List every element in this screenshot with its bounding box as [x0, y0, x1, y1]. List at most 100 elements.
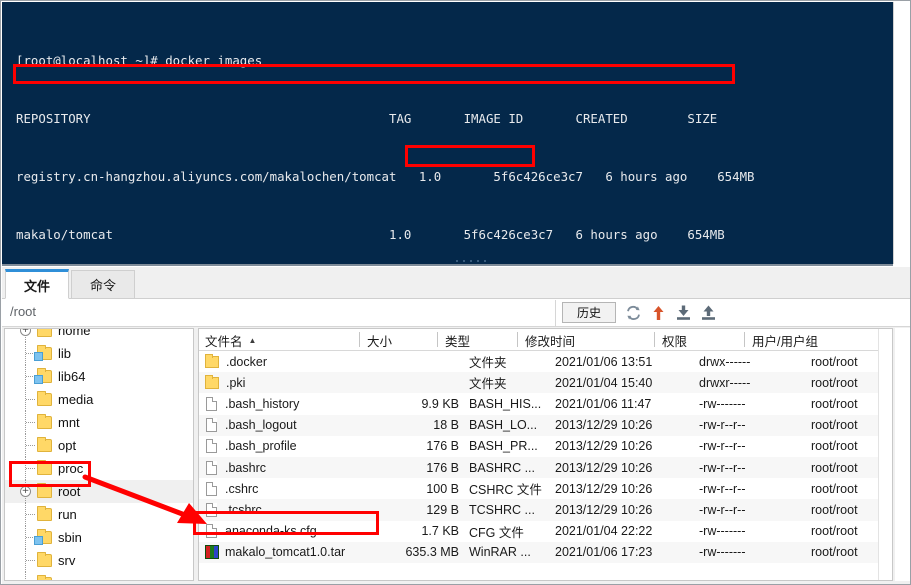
file-icon: [206, 502, 217, 517]
tab-files[interactable]: 文件: [5, 269, 69, 299]
upload-icon[interactable]: [697, 302, 719, 323]
cell-name: .cshrc: [205, 478, 395, 499]
cell-type: BASH_PR...: [469, 439, 538, 454]
cell-perm: -rw-r--r--: [699, 481, 746, 496]
tree-branch-line: [26, 422, 35, 423]
cell-name: anaconda-ks.cfg: [205, 521, 395, 542]
terminal-line: makalo/tomcat 1.0 5f6c426ce3c7 6 hours a…: [16, 227, 725, 243]
file-list-scrollbar[interactable]: [878, 329, 892, 580]
column-header-perm-label: 权限: [662, 334, 688, 349]
tab-files-label: 文件: [23, 278, 50, 294]
file-name-label: .tcshrc: [225, 502, 262, 517]
tree-item-opt[interactable]: opt: [5, 434, 193, 457]
cell-name: .bash_profile: [205, 436, 395, 457]
cell-time: 2013/12/29 10:26: [555, 502, 653, 517]
table-row[interactable]: .cshrc 100 B CSHRC 文件 2013/12/29 10:26 -rw-r…: [199, 478, 892, 499]
tree-item-home[interactable]: + home: [5, 328, 193, 342]
file-name-label: .cshrc: [225, 481, 259, 496]
tree-item-label: home: [58, 328, 91, 338]
cell-perm: -rw-r--r--: [699, 418, 746, 433]
tree-item-proc[interactable]: proc: [5, 457, 193, 480]
path-input[interactable]: /root: [10, 304, 36, 319]
tree-item-root[interactable]: + root: [5, 480, 193, 503]
column-separator[interactable]: [744, 332, 745, 347]
refresh-icon[interactable]: [622, 302, 644, 323]
tree-item-label: opt: [58, 438, 77, 453]
file-icon: [206, 524, 217, 539]
cell-type: BASH_HIS...: [469, 396, 542, 411]
file-manager-panel: 文件 命令 /root 历史 + home lib lib64 media mn…: [2, 267, 910, 584]
history-button[interactable]: 历史: [562, 302, 616, 323]
download-icon[interactable]: [672, 302, 694, 323]
terminal-scrollbar[interactable]: [893, 2, 910, 264]
file-icon: [206, 439, 217, 454]
table-row[interactable]: .bash_logout 18 B BASH_LO... 2013/12/29 10:…: [199, 414, 892, 436]
cell-perm: -rw-r--r--: [699, 460, 746, 475]
cell-size: 176 B: [426, 439, 459, 454]
cell-name: .bashrc: [205, 457, 395, 478]
archive-icon: [205, 545, 219, 560]
cell-perm: -rw-------: [699, 524, 746, 539]
table-row[interactable]: .tcshrc 129 B TCSHRC ... 2013/12/29 10:26 -r…: [199, 499, 892, 521]
column-header-size[interactable]: 大小: [367, 332, 393, 349]
cell-perm: drwx------: [699, 354, 751, 369]
column-separator[interactable]: [359, 332, 360, 347]
tree-item-sys[interactable]: sys: [5, 572, 193, 580]
tree-item-sbin[interactable]: sbin: [5, 526, 193, 549]
cell-type: 文件夹: [469, 356, 507, 371]
tab-commands[interactable]: 命令: [71, 270, 135, 299]
column-header-type[interactable]: 类型: [445, 332, 470, 349]
cell-size: 18 B: [433, 418, 459, 433]
table-row[interactable]: .bash_history 9.9 KB BASH_HIS... 2021/01/06…: [199, 393, 892, 414]
tree-expander-icon[interactable]: +: [20, 486, 31, 497]
column-separator[interactable]: [437, 332, 438, 347]
file-manager-scrollbar[interactable]: [895, 328, 910, 581]
cell-type: 文件夹: [469, 377, 507, 392]
column-separator[interactable]: [517, 332, 518, 347]
column-header-user[interactable]: 用户/用户组: [752, 332, 818, 349]
tree-item-label: sbin: [58, 530, 82, 545]
cell-type: CSHRC 文件: [469, 483, 542, 498]
tree-item-mnt[interactable]: mnt: [5, 411, 193, 434]
table-row[interactable]: .docker 文件夹 2021/01/06 13:51 drwx------ root…: [199, 351, 892, 372]
refresh-icon-svg: [626, 305, 640, 320]
column-header-user-label: 用户/用户组: [752, 334, 818, 349]
download-icon-svg: [676, 305, 690, 320]
column-header-time[interactable]: 修改时间: [525, 332, 575, 349]
table-row[interactable]: makalo_tomcat1.0.tar 635.3 MB WinRAR ... 20…: [199, 541, 892, 563]
table-row[interactable]: anaconda-ks.cfg 1.7 KB CFG 文件 2021/01/04 22…: [199, 521, 892, 542]
table-row[interactable]: .bash_profile 176 B BASH_PR... 2013/12/29 1…: [199, 436, 892, 457]
cell-size: [387, 351, 459, 372]
terminal-pane[interactable]: [root@localhost ~]# docker images REPOSI…: [2, 2, 893, 264]
directory-tree[interactable]: + home lib lib64 media mnt opt proc + root run sbin…: [4, 328, 194, 581]
tree-branch-line: [26, 468, 35, 469]
cell-type: CFG 文件: [469, 525, 524, 540]
tree-item-media[interactable]: media: [5, 388, 193, 411]
tree-branch-line: [26, 445, 35, 446]
file-name-label: makalo_tomcat1.0.tar: [225, 545, 346, 560]
file-list[interactable]: 文件名 ▲ 大小 类型 修改时间 权限 用户/用户组 .docker 文件夹 2…: [198, 328, 893, 581]
tree-item-srv[interactable]: srv: [5, 549, 193, 572]
upload-arrow-icon[interactable]: [647, 302, 669, 323]
folder-icon: [37, 575, 52, 580]
cell-type: TCSHRC ...: [469, 502, 535, 517]
tree-branch-line: [26, 514, 35, 515]
tree-item-run[interactable]: run: [5, 503, 193, 526]
tree-item-lib[interactable]: lib: [5, 342, 193, 365]
folder-icon: [37, 460, 52, 475]
cell-size: 635.3 MB: [405, 545, 459, 560]
table-row[interactable]: .bashrc 176 B BASHRC ... 2013/12/29 10:26 -r…: [199, 456, 892, 479]
cell-type: BASHRC ...: [469, 460, 535, 475]
file-icon: [206, 418, 217, 433]
tree-item-label: lib64: [58, 369, 86, 384]
folder-icon: [37, 329, 52, 337]
tree-item-label: lib: [58, 346, 72, 361]
table-row[interactable]: .pki 文件夹 2021/01/04 15:40 drwxr----- root/ro…: [199, 372, 892, 394]
column-header-perm[interactable]: 权限: [662, 332, 688, 349]
tree-expander-icon[interactable]: +: [20, 329, 31, 336]
cell-time: 2021/01/06 11:47: [555, 396, 652, 411]
column-header-size-label: 大小: [367, 334, 393, 349]
folder-icon: [205, 374, 219, 389]
column-separator[interactable]: [654, 332, 655, 347]
tree-item-lib64[interactable]: lib64: [5, 365, 193, 388]
